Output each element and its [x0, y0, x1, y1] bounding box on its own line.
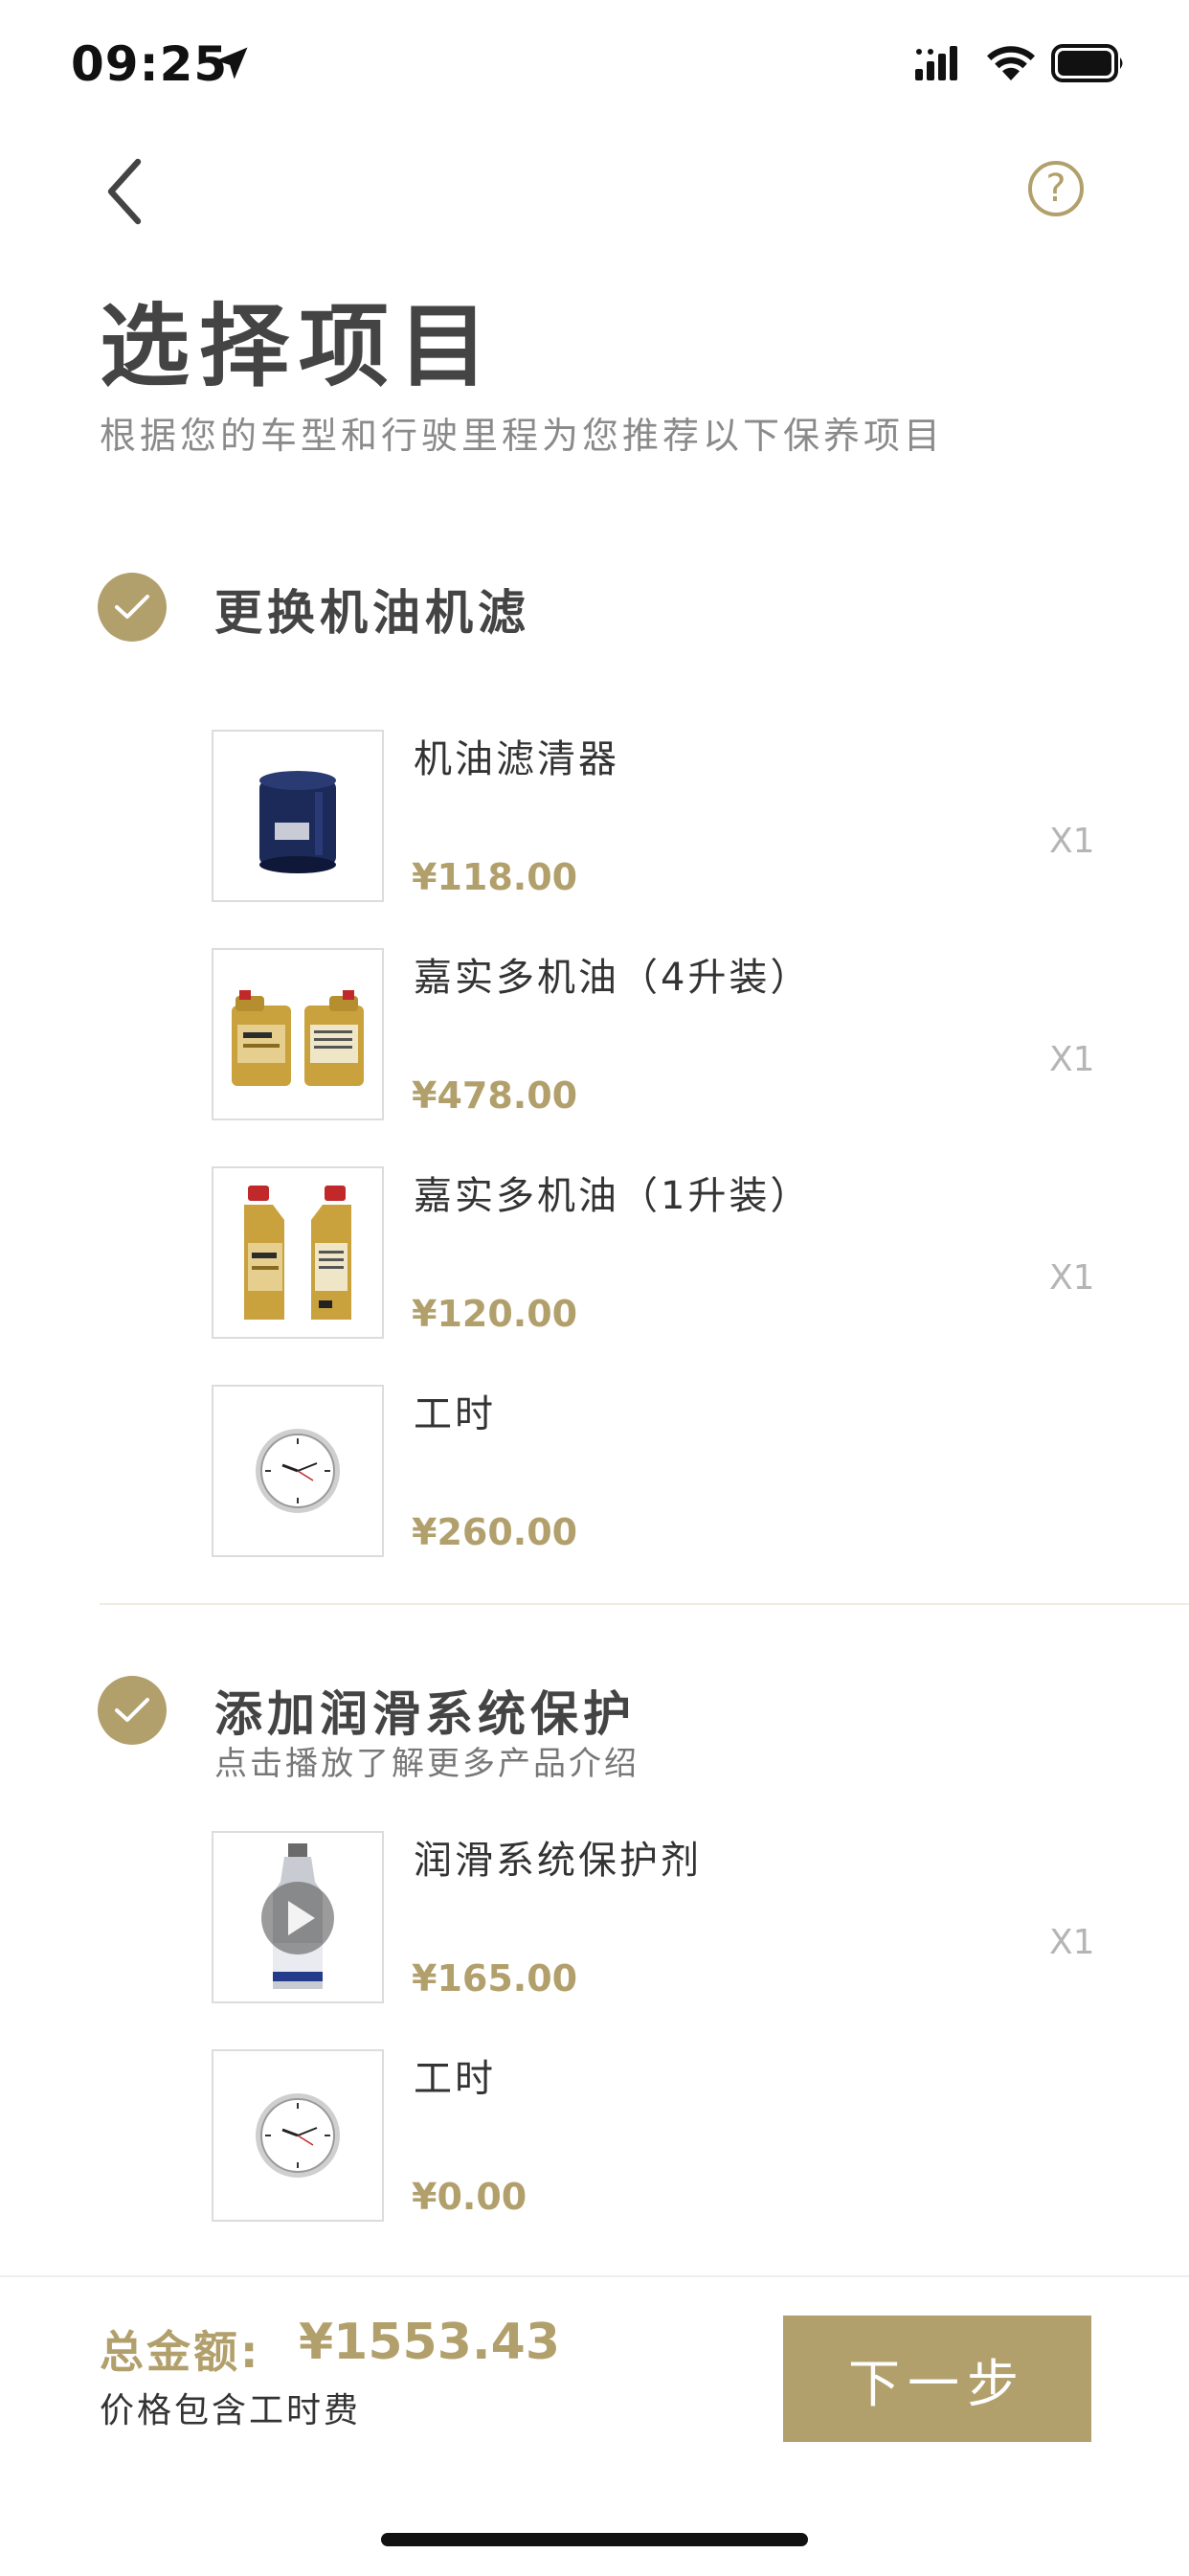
clock-icon	[256, 2093, 340, 2178]
engine-oil-1l-image	[244, 1186, 351, 1320]
battery-icon	[1051, 44, 1123, 82]
item-thumbnail[interactable]	[212, 1166, 384, 1339]
item-name: 工时	[414, 2057, 496, 2101]
section-2-subtitle[interactable]: 点击播放了解更多产品介绍	[214, 1737, 639, 1784]
checkmark-icon	[115, 1698, 149, 1722]
item-price: ¥118.00	[412, 856, 578, 898]
item-quantity: X1	[1049, 1923, 1095, 1962]
item-name: 工时	[414, 1392, 496, 1436]
item-thumbnail[interactable]	[212, 1385, 384, 1557]
checkmark-icon	[115, 595, 149, 619]
section-1-title: 更换机油机滤	[214, 585, 530, 641]
item-thumbnail[interactable]	[212, 2049, 384, 2222]
back-button[interactable]	[96, 153, 153, 230]
item-price: ¥260.00	[412, 1511, 578, 1553]
item-thumbnail-video[interactable]	[212, 1831, 384, 2003]
section-divider	[100, 1603, 1189, 1605]
next-step-button[interactable]: 下一步	[783, 2316, 1091, 2442]
item-quantity: X1	[1049, 1040, 1095, 1079]
cellular-signal-icon	[915, 46, 957, 80]
item-quantity: X1	[1049, 1258, 1095, 1298]
item-name: 润滑系统保护剂	[414, 1839, 702, 1883]
wifi-icon	[987, 46, 1035, 80]
engine-oil-4l-image	[232, 990, 364, 1086]
total-note: 价格包含工时费	[100, 2391, 362, 2430]
section-1-checkbox[interactable]	[98, 573, 167, 642]
status-time: 09:25	[71, 36, 229, 92]
item-name: 嘉实多机油（4升装）	[414, 956, 812, 1000]
item-price: ¥165.00	[412, 1957, 578, 2000]
item-name: 机油滤清器	[414, 737, 619, 781]
clock-icon	[256, 1429, 340, 1513]
chevron-left-icon	[107, 158, 142, 225]
oil-filter-image	[259, 771, 336, 873]
page-subtitle: 根据您的车型和行驶里程为您推荐以下保养项目	[100, 415, 945, 457]
protectant-bottle-video	[261, 1843, 334, 1989]
item-name: 嘉实多机油（1升装）	[414, 1174, 812, 1218]
section-2-checkbox[interactable]	[98, 1676, 167, 1745]
item-quantity: X1	[1049, 822, 1095, 861]
item-price: ¥0.00	[412, 2176, 527, 2218]
item-price: ¥478.00	[412, 1074, 578, 1117]
item-price: ¥120.00	[412, 1293, 578, 1335]
home-indicator[interactable]	[381, 2533, 808, 2546]
location-arrow-icon	[215, 47, 248, 79]
item-thumbnail[interactable]	[212, 948, 384, 1120]
help-icon: ?	[1045, 167, 1066, 211]
section-2-title: 添加润滑系统保护	[214, 1686, 636, 1742]
total-value: ¥1553.43	[299, 2314, 561, 2371]
page-title: 选择项目	[100, 295, 499, 399]
item-thumbnail[interactable]	[212, 730, 384, 902]
help-button[interactable]: ?	[1028, 161, 1084, 216]
total-label: 总金额:	[100, 2326, 261, 2378]
play-icon[interactable]	[213, 1833, 214, 1834]
